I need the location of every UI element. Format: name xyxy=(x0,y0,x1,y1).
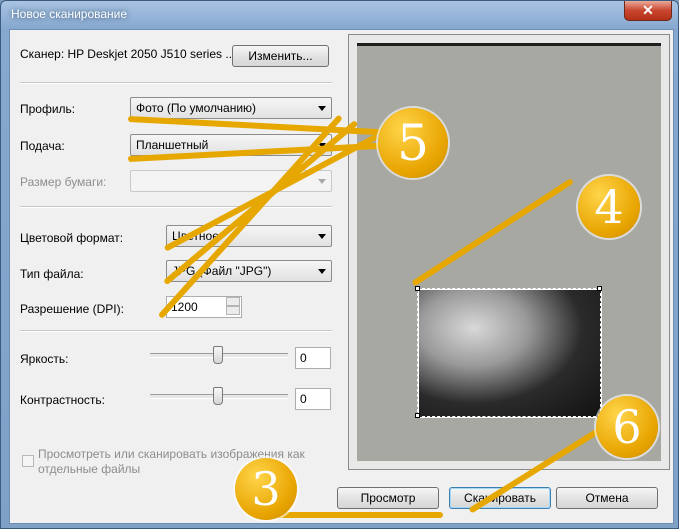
color-format-label: Цветовой формат: xyxy=(20,231,124,245)
annotation-badge-6: 6 xyxy=(596,396,658,458)
paper-size-label: Размер бумаги: xyxy=(20,175,107,189)
contrast-value: 0 xyxy=(300,392,307,406)
annotation-badge-3: 3 xyxy=(235,458,297,520)
contrast-label: Контрастность: xyxy=(20,393,106,407)
window-title: Новое сканирование xyxy=(11,7,128,21)
separator xyxy=(20,206,332,208)
close-button[interactable]: ✕ xyxy=(624,1,672,21)
selection-handle[interactable] xyxy=(597,286,602,291)
scan-selection-rectangle[interactable] xyxy=(417,288,601,417)
spin-down-icon[interactable] xyxy=(226,306,240,315)
spin-up-icon[interactable] xyxy=(226,297,240,306)
annotation-badge-4: 4 xyxy=(578,176,640,238)
chevron-down-icon xyxy=(318,269,326,274)
profile-dropdown[interactable]: Фото (По умолчанию) xyxy=(130,97,332,119)
preview-button[interactable]: Просмотр xyxy=(337,487,439,509)
source-value: Планшетный xyxy=(136,138,209,152)
separate-files-checkbox[interactable] xyxy=(22,455,34,467)
profile-label: Профиль: xyxy=(20,102,76,116)
separator xyxy=(20,330,332,332)
close-icon: ✕ xyxy=(642,2,654,18)
annotation-badge-5: 5 xyxy=(378,108,448,178)
separator xyxy=(20,82,332,84)
resolution-spinner[interactable] xyxy=(226,297,240,317)
brightness-input[interactable]: 0 xyxy=(295,347,331,369)
cancel-button[interactable]: Отмена xyxy=(556,487,658,509)
brightness-slider-thumb[interactable] xyxy=(213,346,223,364)
brightness-value: 0 xyxy=(300,351,307,365)
resolution-label: Разрешение (DPI): xyxy=(20,302,124,316)
title-bar[interactable]: Новое сканирование ✕ xyxy=(1,1,678,29)
selection-handle[interactable] xyxy=(415,413,420,418)
contrast-slider-thumb[interactable] xyxy=(213,387,223,405)
brightness-label: Яркость: xyxy=(20,352,69,366)
separate-files-label-line2: отдельные файлы xyxy=(38,462,141,476)
file-type-label: Тип файла: xyxy=(20,267,84,281)
profile-value: Фото (По умолчанию) xyxy=(136,101,257,115)
scan-dialog-window: Новое сканирование ✕ Сканер: HP Deskjet … xyxy=(0,0,679,529)
chevron-down-icon xyxy=(318,234,326,239)
scanner-label: Сканер: HP Deskjet 2050 J510 series ... xyxy=(20,47,236,61)
annotation-pointer-3 xyxy=(268,512,443,518)
contrast-input[interactable]: 0 xyxy=(295,388,331,410)
selection-handle[interactable] xyxy=(415,286,420,291)
change-scanner-button[interactable]: Изменить... xyxy=(232,45,329,67)
chevron-down-icon xyxy=(318,106,326,111)
chevron-down-icon xyxy=(318,179,326,184)
dialog-client-area: Сканер: HP Deskjet 2050 J510 series ... … xyxy=(9,29,674,524)
source-label: Подача: xyxy=(20,139,65,153)
